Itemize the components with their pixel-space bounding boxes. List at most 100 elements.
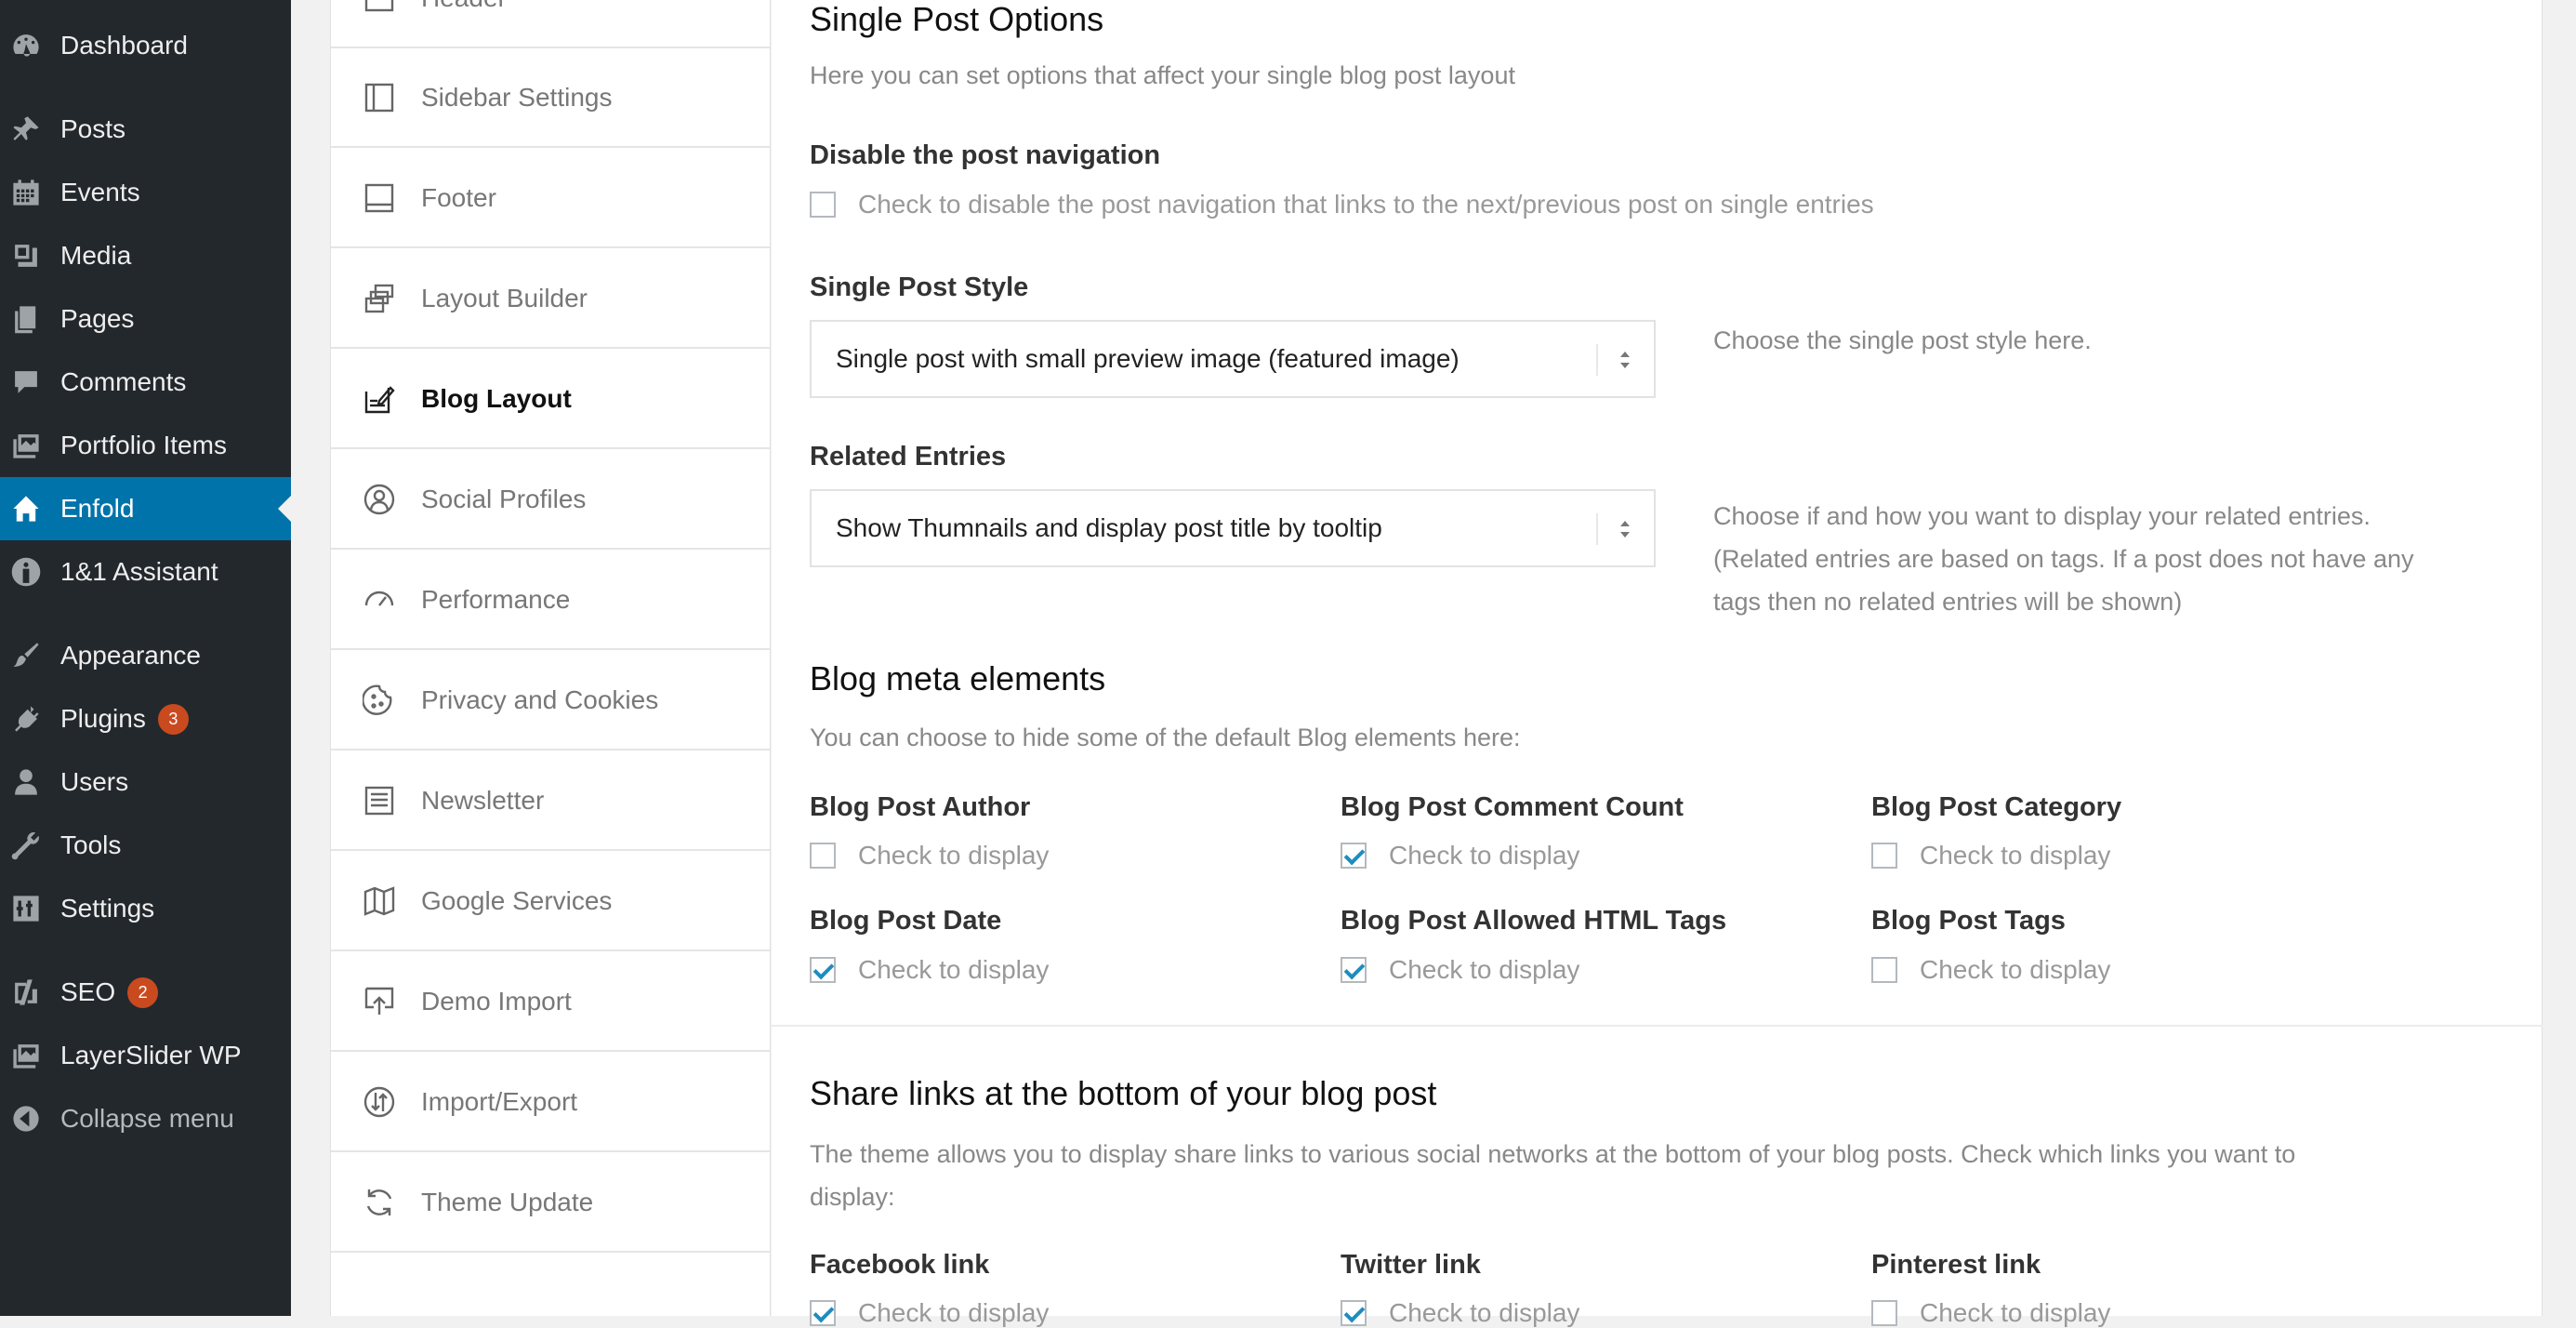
collapse-menu-button[interactable]: Collapse menu bbox=[0, 1087, 291, 1150]
collapse-menu-label: Collapse menu bbox=[60, 1104, 234, 1133]
menu-portfolio-label: Portfolio Items bbox=[60, 431, 227, 459]
wrench-icon bbox=[7, 827, 45, 864]
related-entries-label: Related Entries bbox=[810, 442, 1007, 471]
menu-comments[interactable]: Comments bbox=[0, 351, 291, 414]
meta-author-checkbox[interactable] bbox=[810, 843, 836, 869]
cookie-icon bbox=[361, 682, 398, 719]
menu-media[interactable]: Media bbox=[0, 224, 291, 287]
meta-category-checkbox[interactable] bbox=[1871, 843, 1897, 869]
tab-header[interactable]: Header bbox=[331, 0, 770, 48]
menu-appearance-label: Appearance bbox=[60, 641, 202, 670]
tab-demo-import[interactable]: Demo Import bbox=[331, 952, 770, 1052]
menu-users[interactable]: Users bbox=[0, 750, 291, 814]
meta-date-option[interactable]: Check to display bbox=[810, 955, 1049, 985]
menu-events-label: Events bbox=[60, 178, 140, 206]
tab-import-export-label: Import/Export bbox=[421, 1086, 578, 1116]
meta-comment-count-checkbox[interactable] bbox=[1341, 843, 1367, 869]
post-navigation-label: Disable the post navigation bbox=[810, 140, 1161, 170]
assistant-icon bbox=[7, 553, 45, 591]
menu-settings-label: Settings bbox=[60, 894, 155, 923]
menu-posts-label: Posts bbox=[60, 114, 126, 143]
blog-meta-title: Blog meta elements bbox=[810, 659, 1106, 697]
tab-blog-layout[interactable]: Blog Layout bbox=[331, 350, 770, 449]
pages-icon bbox=[7, 300, 45, 338]
meta-tags-checkbox[interactable] bbox=[1871, 957, 1897, 983]
meta-tags-option[interactable]: Check to display bbox=[1871, 955, 2110, 985]
share-desc-line: display: bbox=[810, 1183, 895, 1211]
single-post-style-select[interactable]: Single post with small preview image (fe… bbox=[810, 320, 1656, 398]
tab-demo-import-label: Demo Import bbox=[421, 986, 572, 1016]
import-export-icon bbox=[361, 1083, 398, 1121]
meta-date-label: Blog Post Date bbox=[810, 906, 1002, 936]
share-facebook-option[interactable]: Check to display bbox=[810, 1298, 1049, 1328]
share-twitter-checkbox[interactable] bbox=[1341, 1300, 1367, 1326]
related-entries-help: Choose if and how you want to display yo… bbox=[1713, 495, 2413, 623]
dashboard-icon bbox=[7, 27, 45, 64]
tab-sidebar-settings-label: Sidebar Settings bbox=[421, 82, 613, 112]
tab-layout-builder[interactable]: Layout Builder bbox=[331, 249, 770, 349]
meta-comment-count-option[interactable]: Check to display bbox=[1341, 841, 1579, 870]
post-navigation-option[interactable]: Check to disable the post navigation tha… bbox=[810, 190, 1874, 219]
share-pinterest-checkbox[interactable] bbox=[1871, 1300, 1897, 1326]
menu-dashboard[interactable]: Dashboard bbox=[0, 14, 291, 77]
meta-author-option[interactable]: Check to display bbox=[810, 841, 1049, 870]
map-icon bbox=[361, 883, 398, 920]
tab-layout-builder-label: Layout Builder bbox=[421, 283, 588, 312]
gauge-icon bbox=[361, 581, 398, 618]
menu-seo[interactable]: SEO 2 bbox=[0, 961, 291, 1024]
tab-performance[interactable]: Performance bbox=[331, 551, 770, 650]
tab-google-services[interactable]: Google Services bbox=[331, 852, 770, 951]
newsletter-icon bbox=[361, 782, 398, 819]
header-icon bbox=[361, 0, 398, 17]
tab-footer-label: Footer bbox=[421, 182, 496, 212]
seo-icon bbox=[7, 974, 45, 1011]
refresh-icon bbox=[361, 1184, 398, 1221]
meta-comment-count-label: Blog Post Comment Count bbox=[1341, 792, 1684, 822]
menu-layerslider[interactable]: LayerSlider WP bbox=[0, 1024, 291, 1087]
collapse-icon bbox=[7, 1100, 45, 1137]
share-links-desc: The theme allows you to display share li… bbox=[810, 1133, 2511, 1218]
related-entries-select[interactable]: Show Thumnails and display post title by… bbox=[810, 489, 1656, 567]
tab-import-export[interactable]: Import/Export bbox=[331, 1053, 770, 1152]
share-facebook-label: Facebook link bbox=[810, 1250, 990, 1280]
tab-theme-update[interactable]: Theme Update bbox=[331, 1153, 770, 1253]
tab-sidebar-settings[interactable]: Sidebar Settings bbox=[331, 48, 770, 148]
share-pinterest-option[interactable]: Check to display bbox=[1871, 1298, 2110, 1328]
meta-date-checkbox[interactable] bbox=[810, 957, 836, 983]
menu-settings[interactable]: Settings bbox=[0, 877, 291, 940]
share-facebook-checkbox[interactable] bbox=[810, 1300, 836, 1326]
menu-posts[interactable]: Posts bbox=[0, 98, 291, 161]
menu-enfold[interactable]: Enfold bbox=[0, 477, 291, 540]
brush-icon bbox=[7, 637, 45, 674]
layout-builder-icon bbox=[361, 280, 398, 317]
meta-html-tags-option[interactable]: Check to display bbox=[1341, 955, 1579, 985]
share-links-title: Share links at the bottom of your blog p… bbox=[810, 1074, 1437, 1112]
single-post-options-desc: Here you can set options that affect you… bbox=[810, 61, 1515, 89]
select-arrows-icon bbox=[1620, 348, 1630, 372]
menu-pages[interactable]: Pages bbox=[0, 287, 291, 351]
tab-social-profiles[interactable]: Social Profiles bbox=[331, 450, 770, 550]
menu-media-label: Media bbox=[60, 241, 132, 270]
menu-tools[interactable]: Tools bbox=[0, 814, 291, 877]
menu-assistant[interactable]: 1&1 Assistant bbox=[0, 540, 291, 604]
footer-icon bbox=[361, 179, 398, 217]
tab-privacy-cookies[interactable]: Privacy and Cookies bbox=[331, 651, 770, 750]
menu-plugins[interactable]: Plugins 3 bbox=[0, 687, 291, 750]
related-help-line: tags then no related entries will be sho… bbox=[1713, 588, 2183, 616]
tab-newsletter[interactable]: Newsletter bbox=[331, 751, 770, 851]
post-navigation-checkbox[interactable] bbox=[810, 192, 836, 218]
plugins-update-badge: 3 bbox=[157, 703, 189, 735]
meta-html-tags-checkbox[interactable] bbox=[1341, 957, 1367, 983]
share-twitter-option[interactable]: Check to display bbox=[1341, 1298, 1579, 1328]
menu-portfolio-items[interactable]: Portfolio Items bbox=[0, 414, 291, 477]
comment-icon bbox=[7, 364, 45, 401]
related-help-line: Choose if and how you want to display yo… bbox=[1713, 502, 2371, 530]
meta-category-option[interactable]: Check to display bbox=[1871, 841, 2110, 870]
sliders-icon bbox=[7, 890, 45, 927]
related-entries-value: Show Thumnails and display post title by… bbox=[836, 513, 1382, 542]
meta-tags-label: Blog Post Tags bbox=[1871, 906, 2066, 936]
tab-google-services-label: Google Services bbox=[421, 885, 613, 915]
menu-events[interactable]: Events bbox=[0, 161, 291, 224]
tab-footer[interactable]: Footer bbox=[331, 149, 770, 248]
menu-appearance[interactable]: Appearance bbox=[0, 624, 291, 687]
